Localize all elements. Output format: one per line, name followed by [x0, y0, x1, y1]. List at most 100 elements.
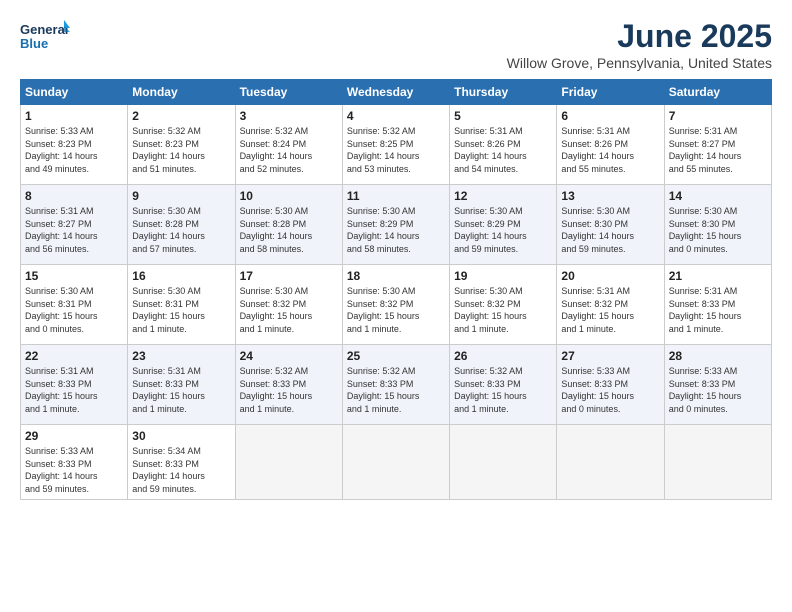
- day-number: 2: [132, 109, 230, 123]
- cell-info: Sunrise: 5:30 AM Sunset: 8:28 PM Dayligh…: [240, 205, 338, 255]
- cell-info: Sunrise: 5:30 AM Sunset: 8:29 PM Dayligh…: [347, 205, 445, 255]
- cell-info: Sunrise: 5:31 AM Sunset: 8:26 PM Dayligh…: [561, 125, 659, 175]
- calendar-cell: 21 Sunrise: 5:31 AM Sunset: 8:33 PM Dayli…: [664, 265, 771, 345]
- day-header-wednesday: Wednesday: [342, 80, 449, 105]
- day-number: 21: [669, 269, 767, 283]
- cell-info: Sunrise: 5:31 AM Sunset: 8:27 PM Dayligh…: [669, 125, 767, 175]
- day-number: 27: [561, 349, 659, 363]
- cell-info: Sunrise: 5:33 AM Sunset: 8:23 PM Dayligh…: [25, 125, 123, 175]
- week-row-1: 1Sunrise: 5:33 AM Sunset: 8:23 PM Daylig…: [21, 105, 772, 185]
- calendar-cell: 8 Sunrise: 5:31 AM Sunset: 8:27 PM Daylig…: [21, 185, 128, 265]
- day-number: 11: [347, 189, 445, 203]
- cell-info: Sunrise: 5:34 AM Sunset: 8:33 PM Dayligh…: [132, 445, 230, 495]
- calendar-cell: 9Sunrise: 5:30 AM Sunset: 8:28 PM Daylig…: [128, 185, 235, 265]
- calendar-cell: 12 Sunrise: 5:30 AM Sunset: 8:29 PM Dayli…: [450, 185, 557, 265]
- calendar-cell: 16 Sunrise: 5:30 AM Sunset: 8:31 PM Dayli…: [128, 265, 235, 345]
- cell-info: Sunrise: 5:31 AM Sunset: 8:27 PM Dayligh…: [25, 205, 123, 255]
- calendar-cell: 19 Sunrise: 5:30 AM Sunset: 8:32 PM Dayli…: [450, 265, 557, 345]
- calendar-cell: 1Sunrise: 5:33 AM Sunset: 8:23 PM Daylig…: [21, 105, 128, 185]
- cell-info: Sunrise: 5:30 AM Sunset: 8:30 PM Dayligh…: [561, 205, 659, 255]
- cell-info: Sunrise: 5:33 AM Sunset: 8:33 PM Dayligh…: [25, 445, 123, 495]
- calendar-cell: 10 Sunrise: 5:30 AM Sunset: 8:28 PM Dayli…: [235, 185, 342, 265]
- cell-info: Sunrise: 5:31 AM Sunset: 8:26 PM Dayligh…: [454, 125, 552, 175]
- day-number: 28: [669, 349, 767, 363]
- calendar-cell: [557, 425, 664, 500]
- calendar-cell: 24Sunrise: 5:32 AM Sunset: 8:33 PM Dayli…: [235, 345, 342, 425]
- cell-info: Sunrise: 5:30 AM Sunset: 8:30 PM Dayligh…: [669, 205, 767, 255]
- cell-info: Sunrise: 5:33 AM Sunset: 8:33 PM Dayligh…: [561, 365, 659, 415]
- day-number: 17: [240, 269, 338, 283]
- calendar-cell: 20 Sunrise: 5:31 AM Sunset: 8:32 PM Dayli…: [557, 265, 664, 345]
- day-number: 23: [132, 349, 230, 363]
- logo: General Blue: [20, 18, 70, 58]
- day-number: 3: [240, 109, 338, 123]
- day-number: 9: [132, 189, 230, 203]
- week-row-5: 29 Sunrise: 5:33 AM Sunset: 8:33 PM Dayli…: [21, 425, 772, 500]
- day-number: 15: [25, 269, 123, 283]
- cell-info: Sunrise: 5:30 AM Sunset: 8:32 PM Dayligh…: [454, 285, 552, 335]
- day-header-tuesday: Tuesday: [235, 80, 342, 105]
- day-number: 13: [561, 189, 659, 203]
- cell-info: Sunrise: 5:32 AM Sunset: 8:24 PM Dayligh…: [240, 125, 338, 175]
- day-number: 22: [25, 349, 123, 363]
- calendar-cell: 7 Sunrise: 5:31 AM Sunset: 8:27 PM Daylig…: [664, 105, 771, 185]
- calendar-cell: [342, 425, 449, 500]
- calendar-cell: 13 Sunrise: 5:30 AM Sunset: 8:30 PM Dayli…: [557, 185, 664, 265]
- day-number: 29: [25, 429, 123, 443]
- logo-svg: General Blue: [20, 18, 70, 58]
- cell-info: Sunrise: 5:30 AM Sunset: 8:31 PM Dayligh…: [25, 285, 123, 335]
- cell-info: Sunrise: 5:33 AM Sunset: 8:33 PM Dayligh…: [669, 365, 767, 415]
- cell-info: Sunrise: 5:30 AM Sunset: 8:31 PM Dayligh…: [132, 285, 230, 335]
- calendar-cell: 15 Sunrise: 5:30 AM Sunset: 8:31 PM Dayli…: [21, 265, 128, 345]
- day-number: 12: [454, 189, 552, 203]
- calendar-title: June 2025: [507, 18, 772, 55]
- day-number: 19: [454, 269, 552, 283]
- cell-info: Sunrise: 5:31 AM Sunset: 8:32 PM Dayligh…: [561, 285, 659, 335]
- day-header-row: SundayMondayTuesdayWednesdayThursdayFrid…: [21, 80, 772, 105]
- calendar-cell: 6Sunrise: 5:31 AM Sunset: 8:26 PM Daylig…: [557, 105, 664, 185]
- cell-info: Sunrise: 5:32 AM Sunset: 8:25 PM Dayligh…: [347, 125, 445, 175]
- cell-info: Sunrise: 5:31 AM Sunset: 8:33 PM Dayligh…: [25, 365, 123, 415]
- cell-info: Sunrise: 5:31 AM Sunset: 8:33 PM Dayligh…: [132, 365, 230, 415]
- day-number: 7: [669, 109, 767, 123]
- day-number: 20: [561, 269, 659, 283]
- calendar-cell: 4 Sunrise: 5:32 AM Sunset: 8:25 PM Daylig…: [342, 105, 449, 185]
- day-number: 4: [347, 109, 445, 123]
- week-row-4: 22 Sunrise: 5:31 AM Sunset: 8:33 PM Dayli…: [21, 345, 772, 425]
- week-row-3: 15 Sunrise: 5:30 AM Sunset: 8:31 PM Dayli…: [21, 265, 772, 345]
- calendar-cell: [450, 425, 557, 500]
- calendar-page: General Blue June 2025 Willow Grove, Pen…: [0, 0, 792, 612]
- cell-info: Sunrise: 5:31 AM Sunset: 8:33 PM Dayligh…: [669, 285, 767, 335]
- cell-info: Sunrise: 5:30 AM Sunset: 8:32 PM Dayligh…: [240, 285, 338, 335]
- cell-info: Sunrise: 5:32 AM Sunset: 8:33 PM Dayligh…: [454, 365, 552, 415]
- cell-info: Sunrise: 5:32 AM Sunset: 8:33 PM Dayligh…: [347, 365, 445, 415]
- calendar-cell: 27 Sunrise: 5:33 AM Sunset: 8:33 PM Dayli…: [557, 345, 664, 425]
- calendar-cell: 22 Sunrise: 5:31 AM Sunset: 8:33 PM Dayli…: [21, 345, 128, 425]
- day-header-monday: Monday: [128, 80, 235, 105]
- calendar-cell: 14 Sunrise: 5:30 AM Sunset: 8:30 PM Dayli…: [664, 185, 771, 265]
- cell-info: Sunrise: 5:32 AM Sunset: 8:23 PM Dayligh…: [132, 125, 230, 175]
- calendar-cell: 23 Sunrise: 5:31 AM Sunset: 8:33 PM Dayli…: [128, 345, 235, 425]
- calendar-cell: 26 Sunrise: 5:32 AM Sunset: 8:33 PM Dayli…: [450, 345, 557, 425]
- cell-info: Sunrise: 5:30 AM Sunset: 8:29 PM Dayligh…: [454, 205, 552, 255]
- day-number: 14: [669, 189, 767, 203]
- day-number: 16: [132, 269, 230, 283]
- day-number: 26: [454, 349, 552, 363]
- cell-info: Sunrise: 5:32 AM Sunset: 8:33 PM Dayligh…: [240, 365, 338, 415]
- day-number: 10: [240, 189, 338, 203]
- day-number: 25: [347, 349, 445, 363]
- calendar-cell: 17 Sunrise: 5:30 AM Sunset: 8:32 PM Dayli…: [235, 265, 342, 345]
- calendar-cell: 3 Sunrise: 5:32 AM Sunset: 8:24 PM Daylig…: [235, 105, 342, 185]
- calendar-cell: 18Sunrise: 5:30 AM Sunset: 8:32 PM Dayli…: [342, 265, 449, 345]
- day-header-friday: Friday: [557, 80, 664, 105]
- calendar-cell: 30Sunrise: 5:34 AM Sunset: 8:33 PM Dayli…: [128, 425, 235, 500]
- header: General Blue June 2025 Willow Grove, Pen…: [20, 18, 772, 71]
- calendar-cell: 2 Sunrise: 5:32 AM Sunset: 8:23 PM Daylig…: [128, 105, 235, 185]
- svg-text:General: General: [20, 22, 68, 37]
- day-number: 8: [25, 189, 123, 203]
- calendar-subtitle: Willow Grove, Pennsylvania, United State…: [507, 55, 772, 71]
- day-header-saturday: Saturday: [664, 80, 771, 105]
- day-header-thursday: Thursday: [450, 80, 557, 105]
- week-row-2: 8 Sunrise: 5:31 AM Sunset: 8:27 PM Daylig…: [21, 185, 772, 265]
- day-number: 5: [454, 109, 552, 123]
